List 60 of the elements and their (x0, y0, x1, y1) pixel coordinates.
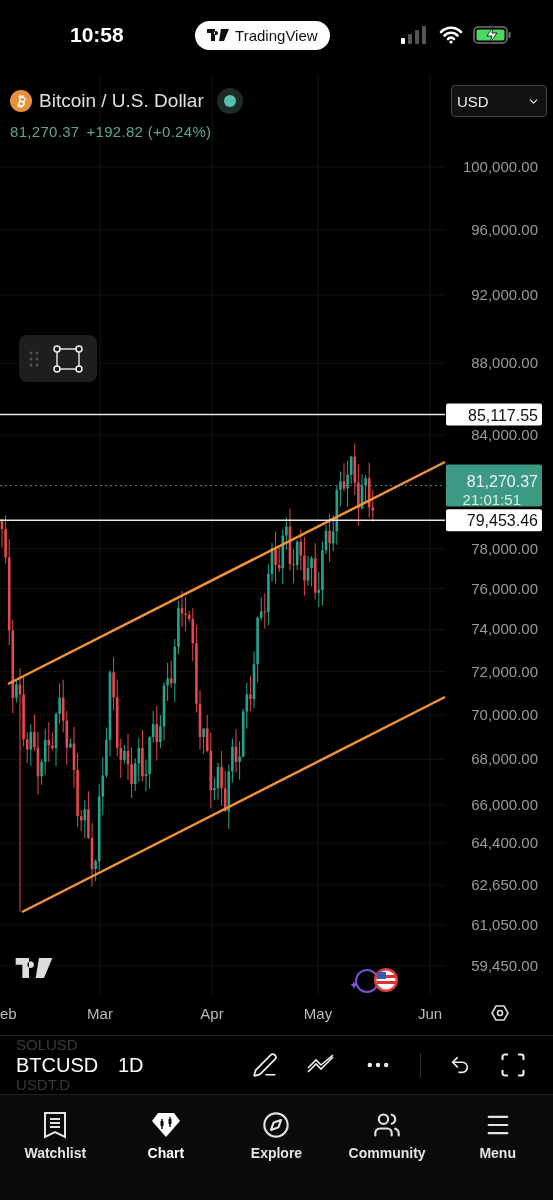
horizontal-line[interactable] (0, 519, 446, 522)
price-label: 84,000.00 (471, 425, 538, 443)
date-label: Apr (200, 1005, 224, 1022)
date-label: Jun (417, 1005, 443, 1022)
last-price-value: 81,270.37 (466, 472, 538, 490)
price-label: 100,000.00 (462, 158, 538, 175)
price-label: 62,650.00 (471, 876, 538, 894)
clock-time: 10:58 (70, 23, 124, 47)
watchlist-tab[interactable]: Watchlist (5, 1111, 106, 1200)
price-label: 88,000.00 (471, 354, 538, 372)
currency-select[interactable]: USD (451, 85, 547, 117)
price-label: 70,000.00 (471, 705, 538, 723)
channel-line[interactable] (7, 460, 446, 686)
price-label: 59,450.00 (471, 956, 538, 974)
price-label: 72,000.00 (471, 662, 538, 680)
symbol-option[interactable]: BTCUSD (16, 1053, 108, 1077)
price-label: 68,000.00 (471, 750, 538, 768)
date-label: eb (0, 1005, 17, 1022)
signal-icon (401, 26, 429, 44)
price-label: 61,050.00 (471, 916, 538, 933)
price-change: +192.82 (+0.24%) (86, 123, 212, 140)
people-icon (373, 1111, 402, 1139)
explore-tab[interactable]: Explore (226, 1111, 327, 1200)
bar-countdown: 21:01:51 (462, 490, 521, 508)
logo-icon (207, 29, 230, 41)
price-label: 64,400.00 (471, 833, 538, 851)
date-label: May (303, 1005, 333, 1022)
price-label: 66,000.00 (471, 796, 538, 814)
price-tag: 85,117.55 (446, 403, 542, 426)
horizontal-line[interactable] (0, 413, 446, 416)
fullscreen-icon[interactable] (499, 1051, 527, 1079)
bookmark-list-icon (42, 1111, 69, 1139)
candlestick-gem-icon (150, 1111, 181, 1139)
app-name: TradingView (235, 26, 318, 44)
market-status-indicator (216, 88, 243, 114)
menu-tab[interactable]: Menu (447, 1111, 548, 1200)
price-tag: 79,453.46 (446, 509, 542, 532)
compass-icon (262, 1111, 291, 1139)
price-label: 78,000.00 (471, 539, 538, 557)
drawing-toolbar[interactable] (19, 335, 97, 382)
tradingview-logo-icon (15, 958, 53, 978)
rectangle-tool-icon[interactable] (53, 344, 83, 373)
last-price: 81,270.37 (10, 123, 80, 140)
chart-settings-icon[interactable] (491, 1005, 509, 1021)
undo-icon[interactable] (449, 1054, 471, 1076)
symbol-title[interactable]: Bitcoin / U.S. Dollar (39, 90, 204, 112)
drag-handle-icon[interactable] (29, 350, 39, 367)
app-pill[interactable]: TradingView (195, 20, 330, 50)
date-label: Mar (87, 1005, 113, 1022)
price-label: 96,000.00 (471, 220, 538, 238)
bitcoin-icon (10, 90, 32, 112)
price-label: 76,000.00 (471, 579, 538, 597)
channel-line[interactable] (21, 695, 446, 914)
chart-tab[interactable]: Chart (115, 1111, 216, 1200)
interval-button[interactable]: 1D (118, 1053, 144, 1077)
pen-icon[interactable] (252, 1052, 278, 1078)
community-tab[interactable]: Community (337, 1111, 438, 1200)
price-label: 92,000.00 (471, 286, 538, 304)
wifi-icon (439, 26, 463, 44)
price-label: 74,000.00 (471, 620, 538, 638)
